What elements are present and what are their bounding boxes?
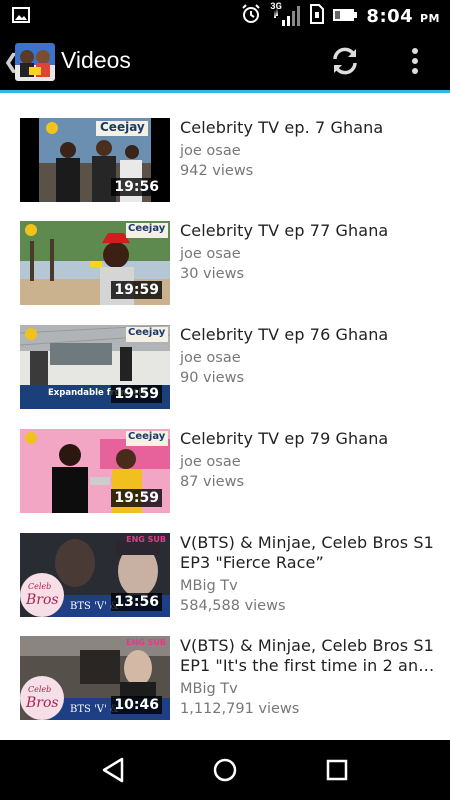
video-title[interactable]: V(BTS) & Minjae, Celeb Bros S1 EP1 "It's… — [180, 636, 436, 676]
celeb-caption: Celeb — [28, 685, 52, 694]
nav-home-icon[interactable] — [210, 755, 240, 785]
video-views: 584,588 views — [180, 598, 286, 614]
video-item[interactable]: Ceejay 19:59 Celebrity TV ep 77 Ghana jo… — [0, 221, 450, 319]
video-list[interactable]: Ceejay 19:56 Celebrity TV ep. 7 Ghana jo… — [0, 93, 450, 740]
app-logo[interactable] — [15, 43, 55, 81]
video-duration: 10:46 — [111, 696, 162, 714]
clock-ampm: PM — [419, 11, 440, 25]
video-badge: ENG SUB — [126, 535, 166, 544]
video-title[interactable]: Celebrity TV ep 77 Ghana — [180, 221, 436, 241]
video-channel: joe osae — [180, 246, 241, 262]
video-duration: 19:56 — [111, 178, 162, 196]
video-item[interactable]: Ceejay Expandable from 4ft 19:59 Celebri… — [0, 325, 450, 423]
clock: 8:04 PM — [366, 6, 440, 27]
video-channel: MBig Tv — [180, 578, 238, 594]
video-item[interactable]: ENG SUB Celeb Bros BTS 'V' & 'Kim Minjae… — [0, 533, 450, 631]
video-title[interactable]: Celebrity TV ep 76 Ghana — [180, 325, 436, 345]
video-item[interactable]: ENG SUB Celeb Bros BTS 'V' & 'Kim Minjae… — [0, 636, 450, 734]
video-item[interactable]: Ceejay 19:59 Celebrity TV ep 79 Ghana jo… — [0, 429, 450, 527]
signal-icon: 3G — [270, 2, 302, 28]
video-views: 30 views — [180, 266, 245, 282]
bros-caption: Bros — [26, 592, 59, 608]
bros-caption: Bros — [26, 695, 59, 711]
navigation-bar — [0, 740, 450, 800]
video-thumbnail[interactable]: Ceejay 19:59 — [20, 429, 170, 513]
page-title: Videos — [61, 47, 131, 73]
clock-time: 8:04 — [366, 5, 414, 27]
celeb-caption: Celeb — [28, 582, 52, 591]
video-thumbnail[interactable]: ENG SUB Celeb Bros BTS 'V' & 'Kim Minjae… — [20, 636, 170, 720]
video-channel: joe osae — [180, 143, 241, 159]
video-banner: Ceejay — [128, 327, 166, 338]
video-channel: MBig Tv — [180, 681, 238, 697]
video-duration: 13:56 — [111, 593, 162, 611]
video-thumbnail[interactable]: Ceejay 19:59 — [20, 221, 170, 305]
video-badge: ENG SUB — [126, 638, 166, 647]
video-channel: joe osae — [180, 454, 241, 470]
video-views: 1,112,791 views — [180, 701, 300, 717]
video-thumbnail[interactable]: Ceejay 19:56 — [20, 118, 170, 202]
video-item[interactable]: Ceejay 19:56 Celebrity TV ep. 7 Ghana jo… — [0, 118, 450, 216]
video-channel: joe osae — [180, 350, 241, 366]
video-views: 87 views — [180, 474, 245, 490]
video-duration: 19:59 — [111, 489, 162, 507]
nav-back-icon[interactable] — [98, 755, 128, 785]
alarm-icon — [240, 3, 262, 29]
video-views: 942 views — [180, 163, 254, 179]
video-duration: 19:59 — [111, 281, 162, 299]
video-banner: Ceejay — [100, 120, 145, 134]
gallery-notification-icon — [12, 7, 30, 27]
nav-recents-icon[interactable] — [322, 755, 352, 785]
battery-icon — [332, 7, 358, 26]
status-bar: 3G 8:04 PM — [0, 0, 450, 32]
video-title[interactable]: Celebrity TV ep. 7 Ghana — [180, 118, 436, 138]
video-banner: Ceejay — [128, 431, 166, 442]
video-title[interactable]: Celebrity TV ep 79 Ghana — [180, 429, 436, 449]
video-duration: 19:59 — [111, 385, 162, 403]
video-title[interactable]: V(BTS) & Minjae, Celeb Bros S1 EP3 "Fier… — [180, 533, 436, 573]
video-banner: Ceejay — [128, 223, 166, 234]
video-thumbnail[interactable]: Ceejay Expandable from 4ft 19:59 — [20, 325, 170, 409]
more-vert-icon[interactable] — [403, 44, 427, 78]
app-bar: ❮ Videos — [0, 32, 450, 90]
video-thumbnail[interactable]: ENG SUB Celeb Bros BTS 'V' & 'Kim Minjae… — [20, 533, 170, 617]
video-views: 90 views — [180, 370, 245, 386]
refresh-icon[interactable] — [328, 44, 362, 78]
sim-icon — [310, 4, 325, 28]
